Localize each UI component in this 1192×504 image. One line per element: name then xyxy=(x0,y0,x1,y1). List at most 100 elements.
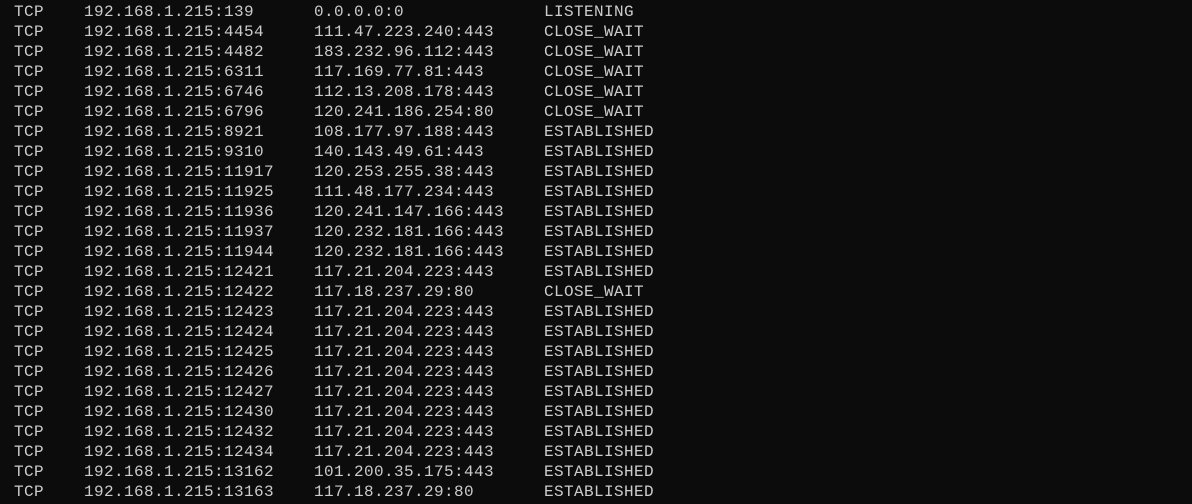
foreign-address: 117.18.237.29:80 xyxy=(314,483,475,501)
local-address: 192.168.1.215:8921 xyxy=(84,123,265,141)
protocol: TCP xyxy=(14,103,45,121)
connection-state: ESTABLISHED xyxy=(544,183,655,201)
connection-state: ESTABLISHED xyxy=(544,343,655,361)
local-address: 192.168.1.215:11944 xyxy=(84,243,275,261)
connection-row: TCP 192.168.1.215:6796 120.241.186.254:80 C… xyxy=(0,102,1192,122)
protocol: TCP xyxy=(14,403,45,421)
connection-state: ESTABLISHED xyxy=(544,243,655,261)
local-address: 192.168.1.215:12422 xyxy=(84,283,275,301)
connection-state: ESTABLISHED xyxy=(544,303,655,321)
local-address: 192.168.1.215:139 xyxy=(84,3,255,21)
connection-row: TCP 192.168.1.215:12423 117.21.204.223:443… xyxy=(0,302,1192,322)
protocol: TCP xyxy=(14,243,45,261)
protocol: TCP xyxy=(14,3,45,21)
connection-state: CLOSE_WAIT xyxy=(544,283,645,301)
foreign-address: 120.232.181.166:443 xyxy=(314,243,505,261)
local-address: 192.168.1.215:13163 xyxy=(84,483,275,501)
connection-state: ESTABLISHED xyxy=(544,363,655,381)
connection-state: ESTABLISHED xyxy=(544,443,655,461)
local-address: 192.168.1.215:11917 xyxy=(84,163,275,181)
connection-row: TCP 192.168.1.215:11925 111.48.177.234:443… xyxy=(0,182,1192,202)
foreign-address: 117.21.204.223:443 xyxy=(314,303,495,321)
connection-row: TCP 192.168.1.215:12432 117.21.204.223:443… xyxy=(0,422,1192,442)
foreign-address: 117.21.204.223:443 xyxy=(314,343,495,361)
connection-row: TCP 192.168.1.215:12421 117.21.204.223:443… xyxy=(0,262,1192,282)
foreign-address: 111.47.223.240:443 xyxy=(314,23,495,41)
local-address: 192.168.1.215:12434 xyxy=(84,443,275,461)
connection-state: ESTABLISHED xyxy=(544,123,655,141)
connection-state: ESTABLISHED xyxy=(544,223,655,241)
local-address: 192.168.1.215:12425 xyxy=(84,343,275,361)
protocol: TCP xyxy=(14,143,45,161)
foreign-address: 117.21.204.223:443 xyxy=(314,323,495,341)
connection-row: TCP 192.168.1.215:4482 183.232.96.112:443 C… xyxy=(0,42,1192,62)
protocol: TCP xyxy=(14,43,45,61)
connection-state: ESTABLISHED xyxy=(544,163,655,181)
connection-state: ESTABLISHED xyxy=(544,463,655,481)
foreign-address: 120.253.255.38:443 xyxy=(314,163,495,181)
protocol: TCP xyxy=(14,443,45,461)
protocol: TCP xyxy=(14,23,45,41)
local-address: 192.168.1.215:12430 xyxy=(84,403,275,421)
connection-row: TCP 192.168.1.215:4454 111.47.223.240:443 C… xyxy=(0,22,1192,42)
local-address: 192.168.1.215:6746 xyxy=(84,83,265,101)
connection-row: TCP 192.168.1.215:6311 117.169.77.81:443 CL… xyxy=(0,62,1192,82)
protocol: TCP xyxy=(14,343,45,361)
foreign-address: 120.232.181.166:443 xyxy=(314,223,505,241)
protocol: TCP xyxy=(14,63,45,81)
local-address: 192.168.1.215:12421 xyxy=(84,263,275,281)
protocol: TCP xyxy=(14,183,45,201)
protocol: TCP xyxy=(14,263,45,281)
local-address: 192.168.1.215:4454 xyxy=(84,23,265,41)
local-address: 192.168.1.215:12423 xyxy=(84,303,275,321)
local-address: 192.168.1.215:12427 xyxy=(84,383,275,401)
local-address: 192.168.1.215:12432 xyxy=(84,423,275,441)
connection-state: ESTABLISHED xyxy=(544,403,655,421)
foreign-address: 117.21.204.223:443 xyxy=(314,363,495,381)
foreign-address: 183.232.96.112:443 xyxy=(314,43,495,61)
foreign-address: 108.177.97.188:443 xyxy=(314,123,495,141)
connection-row: TCP 192.168.1.215:12422 117.18.237.29:80 CL… xyxy=(0,282,1192,302)
protocol: TCP xyxy=(14,363,45,381)
connection-state: CLOSE_WAIT xyxy=(544,43,645,61)
foreign-address: 0.0.0.0:0 xyxy=(314,3,405,21)
connection-row: TCP 192.168.1.215:6746 112.13.208.178:443 C… xyxy=(0,82,1192,102)
connection-state: ESTABLISHED xyxy=(544,323,655,341)
local-address: 192.168.1.215:11936 xyxy=(84,203,275,221)
foreign-address: 117.18.237.29:80 xyxy=(314,283,475,301)
connection-state: ESTABLISHED xyxy=(544,423,655,441)
connection-row: TCP 192.168.1.215:12427 117.21.204.223:443… xyxy=(0,382,1192,402)
connection-state: ESTABLISHED xyxy=(544,263,655,281)
local-address: 192.168.1.215:13162 xyxy=(84,463,275,481)
terminal-output[interactable]: TCP 192.168.1.215:139 0.0.0.0:0 LISTENING TC… xyxy=(0,2,1192,502)
connection-row: TCP 192.168.1.215:13163 117.18.237.29:80 ES… xyxy=(0,482,1192,502)
connection-state: ESTABLISHED xyxy=(544,383,655,401)
local-address: 192.168.1.215:6796 xyxy=(84,103,265,121)
connection-state: CLOSE_WAIT xyxy=(544,83,645,101)
connection-row: TCP 192.168.1.215:11937 120.232.181.166:44… xyxy=(0,222,1192,242)
protocol: TCP xyxy=(14,303,45,321)
connection-row: TCP 192.168.1.215:12430 117.21.204.223:443… xyxy=(0,402,1192,422)
protocol: TCP xyxy=(14,283,45,301)
foreign-address: 120.241.147.166:443 xyxy=(314,203,505,221)
protocol: TCP xyxy=(14,423,45,441)
foreign-address: 117.21.204.223:443 xyxy=(314,443,495,461)
connection-row: TCP 192.168.1.215:12434 117.21.204.223:443… xyxy=(0,442,1192,462)
connection-row: TCP 192.168.1.215:12424 117.21.204.223:443… xyxy=(0,322,1192,342)
local-address: 192.168.1.215:9310 xyxy=(84,143,265,161)
connection-state: ESTABLISHED xyxy=(544,483,655,501)
connection-row: TCP 192.168.1.215:8921 108.177.97.188:443 E… xyxy=(0,122,1192,142)
foreign-address: 117.21.204.223:443 xyxy=(314,383,495,401)
local-address: 192.168.1.215:4482 xyxy=(84,43,265,61)
foreign-address: 117.21.204.223:443 xyxy=(314,423,495,441)
foreign-address: 101.200.35.175:443 xyxy=(314,463,495,481)
foreign-address: 111.48.177.234:443 xyxy=(314,183,495,201)
connection-row: TCP 192.168.1.215:9310 140.143.49.61:443 ES… xyxy=(0,142,1192,162)
protocol: TCP xyxy=(14,483,45,501)
protocol: TCP xyxy=(14,163,45,181)
local-address: 192.168.1.215:6311 xyxy=(84,63,265,81)
protocol: TCP xyxy=(14,383,45,401)
connection-state: ESTABLISHED xyxy=(544,143,655,161)
connection-row: TCP 192.168.1.215:139 0.0.0.0:0 LISTENING xyxy=(0,2,1192,22)
protocol: TCP xyxy=(14,463,45,481)
